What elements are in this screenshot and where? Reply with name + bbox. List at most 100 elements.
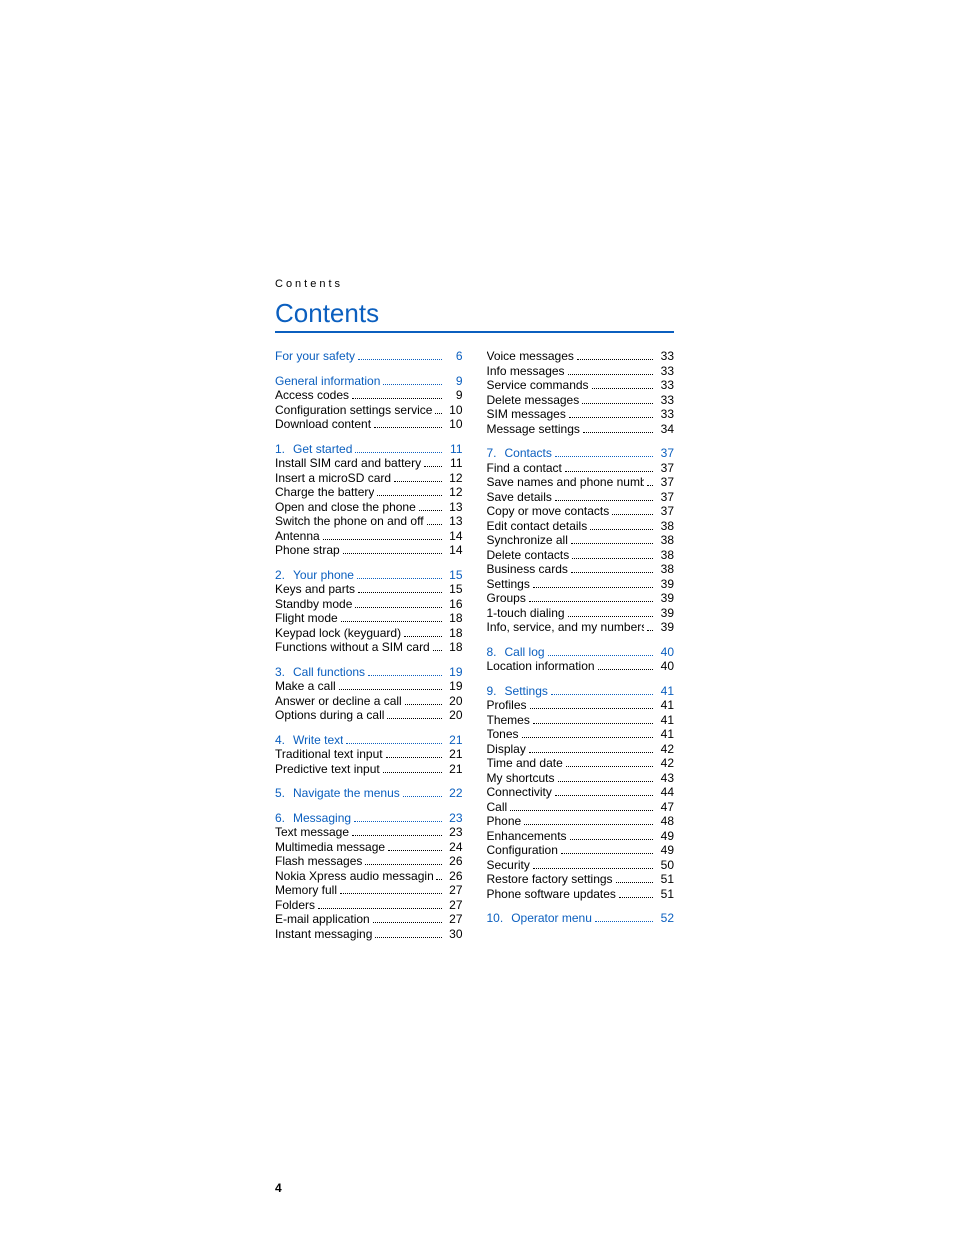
toc-entry[interactable]: Functions without a SIM card18	[275, 640, 463, 655]
toc-entry[interactable]: Tones41	[487, 727, 675, 742]
toc-section-head[interactable]: 4.Write text21	[275, 733, 463, 748]
toc-entry[interactable]: Save names and phone numbers37	[487, 475, 675, 490]
toc-entry[interactable]: Connectivity44	[487, 785, 675, 800]
toc-entry[interactable]: Nokia Xpress audio messaging26	[275, 869, 463, 884]
toc-entry-page: 50	[656, 858, 674, 873]
toc-entry[interactable]: Keypad lock (keyguard)18	[275, 626, 463, 641]
toc-section-head[interactable]: General information9	[275, 374, 463, 389]
toc-entry[interactable]: Restore factory settings51	[487, 872, 675, 887]
toc-section-head[interactable]: 9.Settings41	[487, 684, 675, 699]
toc-section-head[interactable]: 2.Your phone15	[275, 568, 463, 583]
toc-section-head[interactable]: 10.Operator menu52	[487, 911, 675, 926]
toc-entry-label: Save details	[487, 490, 552, 505]
toc-entry[interactable]: Groups39	[487, 591, 675, 606]
toc-entry[interactable]: Flight mode18	[275, 611, 463, 626]
toc-entry[interactable]: Traditional text input21	[275, 747, 463, 762]
toc-entry-page: 42	[656, 742, 674, 757]
toc-entry[interactable]: Insert a microSD card12	[275, 471, 463, 486]
toc-entry[interactable]: Switch the phone on and off13	[275, 514, 463, 529]
toc-entry-label: Call	[487, 800, 508, 815]
toc-entry-label: 4.Write text	[275, 733, 343, 748]
toc-entry[interactable]: Voice messages33	[487, 349, 675, 364]
toc-entry-label: Answer or decline a call	[275, 694, 402, 709]
toc-entry[interactable]: Instant messaging30	[275, 927, 463, 942]
toc-leader-dots	[339, 689, 442, 690]
toc-entry[interactable]: Enhancements49	[487, 829, 675, 844]
toc-entry[interactable]: Delete messages33	[487, 393, 675, 408]
toc-section-head[interactable]: 7.Contacts37	[487, 446, 675, 461]
toc-entry[interactable]: Time and date42	[487, 756, 675, 771]
toc-entry[interactable]: 1-touch dialing39	[487, 606, 675, 621]
toc-section-head[interactable]: 1.Get started11	[275, 442, 463, 457]
toc-entry-label: 8.Call log	[487, 645, 545, 660]
toc-entry[interactable]: Multimedia message24	[275, 840, 463, 855]
toc-leader-dots	[533, 868, 653, 869]
toc-section-head[interactable]: For your safety6	[275, 349, 463, 364]
toc-leader-dots	[572, 558, 653, 559]
toc-entry[interactable]: Options during a call20	[275, 708, 463, 723]
page-title: Contents	[275, 298, 674, 333]
toc-leader-dots	[358, 592, 441, 593]
toc-entry-page: 16	[445, 597, 463, 612]
toc-entry[interactable]: Answer or decline a call20	[275, 694, 463, 709]
toc-column-left: For your safety6 General information9Acce…	[275, 349, 463, 941]
toc-entry[interactable]: Save details37	[487, 490, 675, 505]
toc-entry[interactable]: Text message23	[275, 825, 463, 840]
toc-entry[interactable]: Service commands33	[487, 378, 675, 393]
toc-section-head[interactable]: 6.Messaging23	[275, 811, 463, 826]
toc-leader-dots	[569, 417, 653, 418]
toc-entry[interactable]: Edit contact details38	[487, 519, 675, 534]
toc-entry[interactable]: Access codes9	[275, 388, 463, 403]
toc-entry[interactable]: Display42	[487, 742, 675, 757]
toc-entry-label: 7.Contacts	[487, 446, 552, 461]
toc-entry[interactable]: Open and close the phone13	[275, 500, 463, 515]
toc-entry[interactable]: Info, service, and my numbers39	[487, 620, 675, 635]
toc-entry[interactable]: E-mail application27	[275, 912, 463, 927]
toc-entry[interactable]: Download content10	[275, 417, 463, 432]
toc-entry[interactable]: Phone software updates51	[487, 887, 675, 902]
toc-entry-label: Traditional text input	[275, 747, 383, 762]
toc-entry[interactable]: Profiles41	[487, 698, 675, 713]
toc-section-head[interactable]: 8.Call log40	[487, 645, 675, 660]
toc-entry[interactable]: Call47	[487, 800, 675, 815]
toc-entry[interactable]: Message settings34	[487, 422, 675, 437]
toc-entry[interactable]: Configuration settings service10	[275, 403, 463, 418]
toc-entry[interactable]: Standby mode16	[275, 597, 463, 612]
toc-entry[interactable]: SIM messages33	[487, 407, 675, 422]
toc-entry[interactable]: Themes41	[487, 713, 675, 728]
toc-leader-dots	[566, 766, 653, 767]
toc-leader-dots	[424, 466, 441, 467]
toc-entry[interactable]: Settings39	[487, 577, 675, 592]
toc-entry[interactable]: Predictive text input21	[275, 762, 463, 777]
toc-section-head[interactable]: 3.Call functions19	[275, 665, 463, 680]
toc-entry-page: 37	[656, 461, 674, 476]
toc-entry[interactable]: Phone strap14	[275, 543, 463, 558]
toc-entry[interactable]: Delete contacts38	[487, 548, 675, 563]
toc-entry[interactable]: Phone48	[487, 814, 675, 829]
toc-entry[interactable]: Business cards38	[487, 562, 675, 577]
toc-entry[interactable]: Find a contact37	[487, 461, 675, 476]
toc-section-head[interactable]: 5.Navigate the menus22	[275, 786, 463, 801]
toc-entry[interactable]: Synchronize all38	[487, 533, 675, 548]
toc-entry[interactable]: Antenna14	[275, 529, 463, 544]
toc-entry[interactable]: Flash messages26	[275, 854, 463, 869]
toc-entry[interactable]: Location information40	[487, 659, 675, 674]
toc-leader-dots	[358, 359, 441, 360]
toc-entry-page: 18	[445, 640, 463, 655]
toc-entry-label: 10.Operator menu	[487, 911, 592, 926]
toc-entry[interactable]: Folders27	[275, 898, 463, 913]
toc-entry[interactable]: Memory full27	[275, 883, 463, 898]
toc-entry-label: Open and close the phone	[275, 500, 416, 515]
toc-entry-label: Time and date	[487, 756, 563, 771]
toc-entry[interactable]: My shortcuts43	[487, 771, 675, 786]
toc-section: 3.Call functions19Make a call19Answer or…	[275, 665, 463, 723]
toc-entry[interactable]: Copy or move contacts37	[487, 504, 675, 519]
toc-entry[interactable]: Keys and parts15	[275, 582, 463, 597]
toc-entry[interactable]: Charge the battery12	[275, 485, 463, 500]
toc-entry[interactable]: Install SIM card and battery11	[275, 456, 463, 471]
toc-entry-page: 23	[445, 825, 463, 840]
toc-entry[interactable]: Make a call19	[275, 679, 463, 694]
toc-entry[interactable]: Info messages33	[487, 364, 675, 379]
toc-entry[interactable]: Configuration49	[487, 843, 675, 858]
toc-entry[interactable]: Security50	[487, 858, 675, 873]
